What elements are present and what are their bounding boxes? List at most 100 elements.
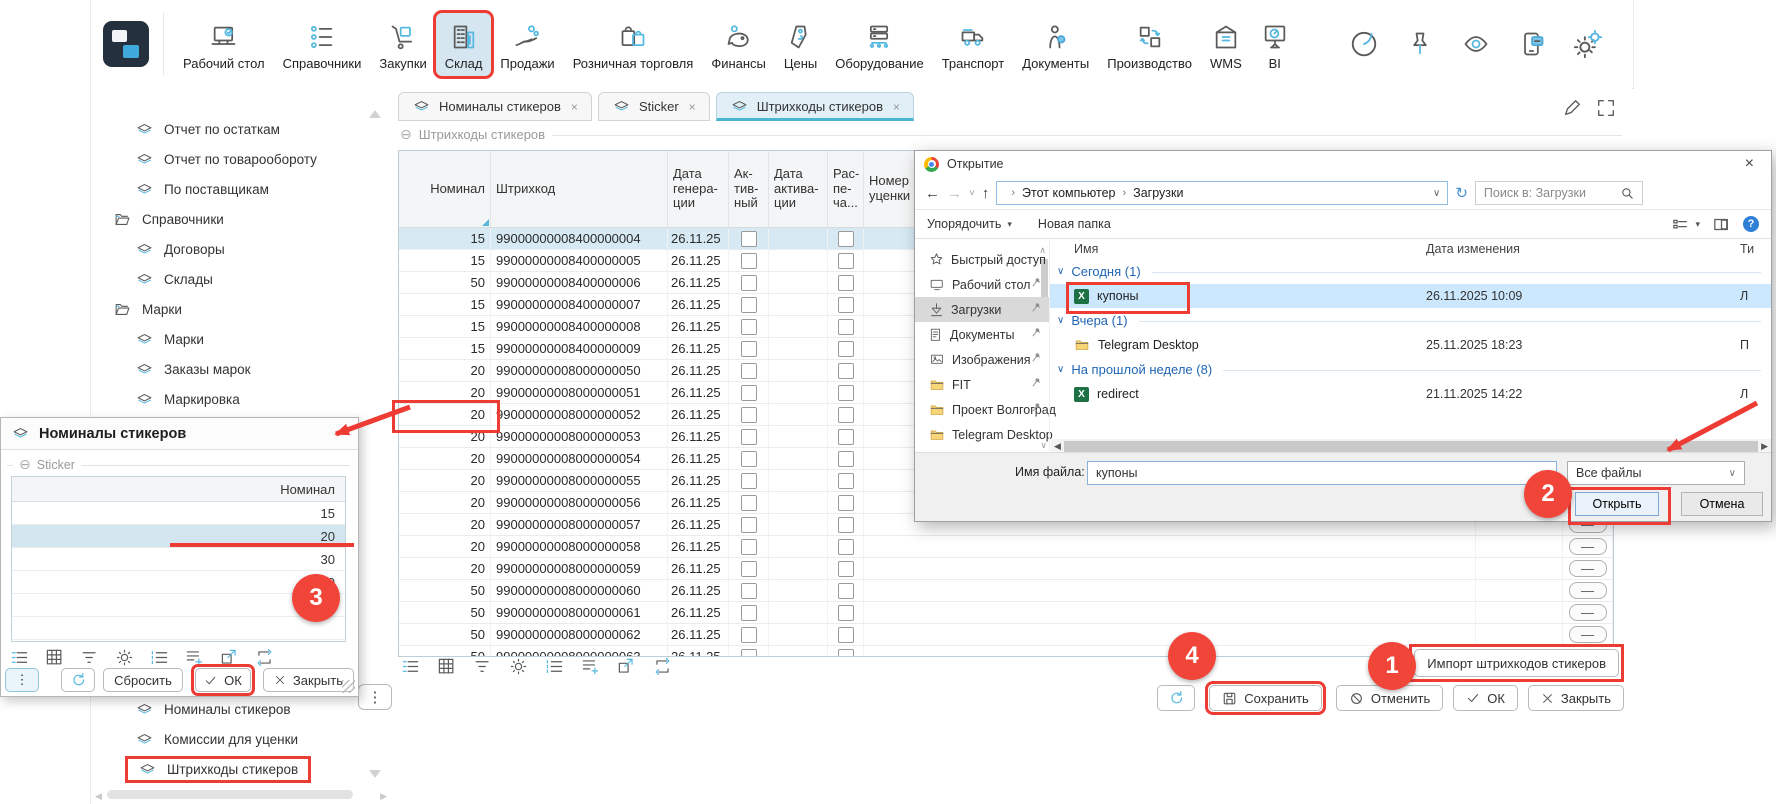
dash-button[interactable]: —	[1569, 582, 1607, 599]
checkbox[interactable]	[838, 539, 854, 555]
sidebar-item-Отчет по остаткам[interactable]: Отчет по остаткам	[91, 114, 391, 144]
column-header[interactable]: Дата генера- ции	[668, 151, 729, 227]
refresh-icon[interactable]: ↻	[1455, 184, 1468, 202]
checkbox[interactable]	[838, 429, 854, 445]
cycle-icon[interactable]	[652, 657, 673, 676]
module-Финансы[interactable]: Финансы	[702, 13, 775, 76]
eye-icon[interactable]	[1461, 30, 1491, 58]
table-row[interactable]: 509900000000800000006126.11.25—	[399, 602, 1613, 624]
sidebar-item-Отчет по товарообороту[interactable]: Отчет по товарообороту	[91, 144, 391, 174]
scroll-left-icon[interactable]: ◀	[1054, 441, 1061, 452]
table-row[interactable]: 209900000000800000005826.11.25—	[399, 536, 1613, 558]
sidebar-item-Марки[interactable]: Марки	[91, 324, 391, 354]
popup-refresh-button[interactable]	[61, 668, 95, 692]
new-folder-button[interactable]: Новая папка	[1038, 217, 1111, 231]
file-group-На прошлой неделе (8)[interactable]: ∨На прошлой неделе (8)	[1050, 357, 1771, 382]
checkbox[interactable]	[741, 385, 757, 401]
sidebar-scroll-down-icon[interactable]	[369, 770, 381, 778]
checkbox[interactable]	[838, 473, 854, 489]
tab-close-icon[interactable]: ×	[571, 100, 578, 114]
sidebar-item-По поставщикам[interactable]: По поставщикам	[91, 174, 391, 204]
popup-header[interactable]: Номиналы стикеров	[1, 418, 358, 450]
module-Документы[interactable]: Документы	[1013, 13, 1098, 76]
file-item-Telegram Desktop[interactable]: Telegram Desktop25.11.2025 18:23П	[1050, 333, 1771, 357]
column-header[interactable]: Дата актива- ции	[769, 151, 828, 227]
module-Розничная торговля[interactable]: Розничная торговля	[564, 13, 703, 76]
checkbox[interactable]	[741, 319, 757, 335]
add-list-icon[interactable]	[580, 657, 601, 676]
dash-button[interactable]: —	[1569, 560, 1607, 577]
ok-button[interactable]: ОК	[1453, 685, 1518, 711]
dialog-cancel-button[interactable]: Отмена	[1681, 492, 1763, 516]
up-icon[interactable]: ↑	[982, 185, 990, 202]
scrollbar-thumb[interactable]	[107, 790, 353, 799]
checkbox[interactable]	[741, 363, 757, 379]
pin-icon[interactable]	[1406, 29, 1434, 59]
tab-close-icon[interactable]: ×	[689, 100, 696, 114]
tree-item-Telegram Desktop[interactable]: Telegram Desktop	[915, 422, 1049, 447]
module-Рабочий стол[interactable]: Рабочий стол	[174, 13, 274, 76]
scroll-right-icon[interactable]: ▶	[1761, 441, 1768, 452]
checkbox[interactable]	[741, 451, 757, 467]
checkbox[interactable]	[741, 231, 757, 247]
checkbox[interactable]	[838, 407, 854, 423]
column-header[interactable]: Ак- тив- ный	[729, 151, 769, 227]
tree-item-Быстрый доступ[interactable]: Быстрый доступ	[915, 247, 1049, 272]
module-BI[interactable]: BI	[1251, 13, 1299, 76]
edit-pencil-icon[interactable]	[1562, 98, 1582, 118]
sidebar-item-Штрихкоды стикеров[interactable]: Штрихкоды стикеров	[91, 754, 391, 784]
checkbox[interactable]	[838, 319, 854, 335]
views-icon[interactable]: ▾	[1672, 217, 1700, 232]
popup-kebab-button[interactable]: ⋮	[5, 668, 39, 692]
module-WMS[interactable]: WMS	[1201, 13, 1251, 76]
table-row[interactable]: 509900000000800000006226.11.25—	[399, 624, 1613, 646]
search-input[interactable]: Поиск в: Загрузки	[1475, 181, 1643, 205]
expand-icon[interactable]	[1596, 98, 1616, 118]
dash-button[interactable]: —	[1569, 626, 1607, 643]
sidebar-item-Номиналы стикеров[interactable]: Номиналы стикеров	[91, 694, 391, 724]
rows-view-icon[interactable]	[400, 657, 421, 676]
checkbox[interactable]	[741, 583, 757, 599]
checkbox[interactable]	[838, 341, 854, 357]
organize-menu[interactable]: Упорядочить▾	[927, 217, 1012, 231]
sidebar-item-Договоры[interactable]: Договоры	[91, 234, 391, 264]
scroll-left-icon[interactable]: ◀	[95, 791, 102, 802]
checkbox[interactable]	[838, 649, 854, 658]
table-menu-kebab-button[interactable]: ⋮	[358, 684, 392, 710]
module-Справочники[interactable]: Справочники	[274, 13, 371, 76]
module-Продажи[interactable]: Продажи	[491, 13, 563, 76]
checkbox[interactable]	[838, 297, 854, 313]
file-item-купоны[interactable]: Xкупоны26.11.2025 10:09Л	[1050, 284, 1771, 308]
checkbox[interactable]	[838, 451, 854, 467]
table-row[interactable]: 209900000000800000005926.11.25—	[399, 558, 1613, 580]
popup-close-button[interactable]: Закрыть	[263, 668, 354, 692]
tree-item-Проект Волгоград[interactable]: Проект Волгоград	[915, 397, 1049, 422]
import-barcodes-button[interactable]: Импорт штрихкодов стикеров	[1414, 649, 1619, 677]
numbered-list-icon[interactable]	[544, 657, 565, 676]
forward-icon[interactable]: →	[947, 185, 962, 202]
popup-row[interactable]: 15	[12, 502, 345, 525]
popup-reset-button[interactable]: Сбросить	[103, 668, 183, 692]
sidebar-item-Заказы марок[interactable]: Заказы марок	[91, 354, 391, 384]
breadcrumb-drop-icon[interactable]: ∨	[1433, 188, 1440, 199]
column-header[interactable]: Рас- пе- ча...	[828, 151, 864, 227]
file-list-hscrollbar[interactable]: ◀ ▶	[1051, 439, 1771, 453]
resize-grip[interactable]	[342, 680, 355, 693]
column-date-modified[interactable]: Дата изменения	[1426, 242, 1520, 256]
sidebar-hscrollbar[interactable]: ◀ ▶	[95, 789, 387, 800]
module-Склад[interactable]: Склад	[436, 13, 492, 76]
checkbox[interactable]	[741, 649, 757, 658]
checkbox[interactable]	[838, 583, 854, 599]
checkbox[interactable]	[741, 253, 757, 269]
clock-icon[interactable]	[1349, 29, 1379, 59]
collapse-group-icon[interactable]: ⊖	[19, 456, 31, 473]
module-Оборудование[interactable]: Оборудование	[826, 13, 932, 76]
module-Цены[interactable]: Цены	[775, 13, 826, 76]
save-button[interactable]: Сохранить	[1209, 685, 1322, 711]
checkbox[interactable]	[838, 495, 854, 511]
scrollbar-thumb[interactable]	[1064, 441, 1758, 452]
table-row[interactable]: 509900000000800000006026.11.25—	[399, 580, 1613, 602]
column-header[interactable]: Номинал	[399, 151, 491, 227]
close-button[interactable]: Закрыть	[1528, 685, 1624, 711]
popup-column-header[interactable]: Номинал	[12, 477, 345, 502]
